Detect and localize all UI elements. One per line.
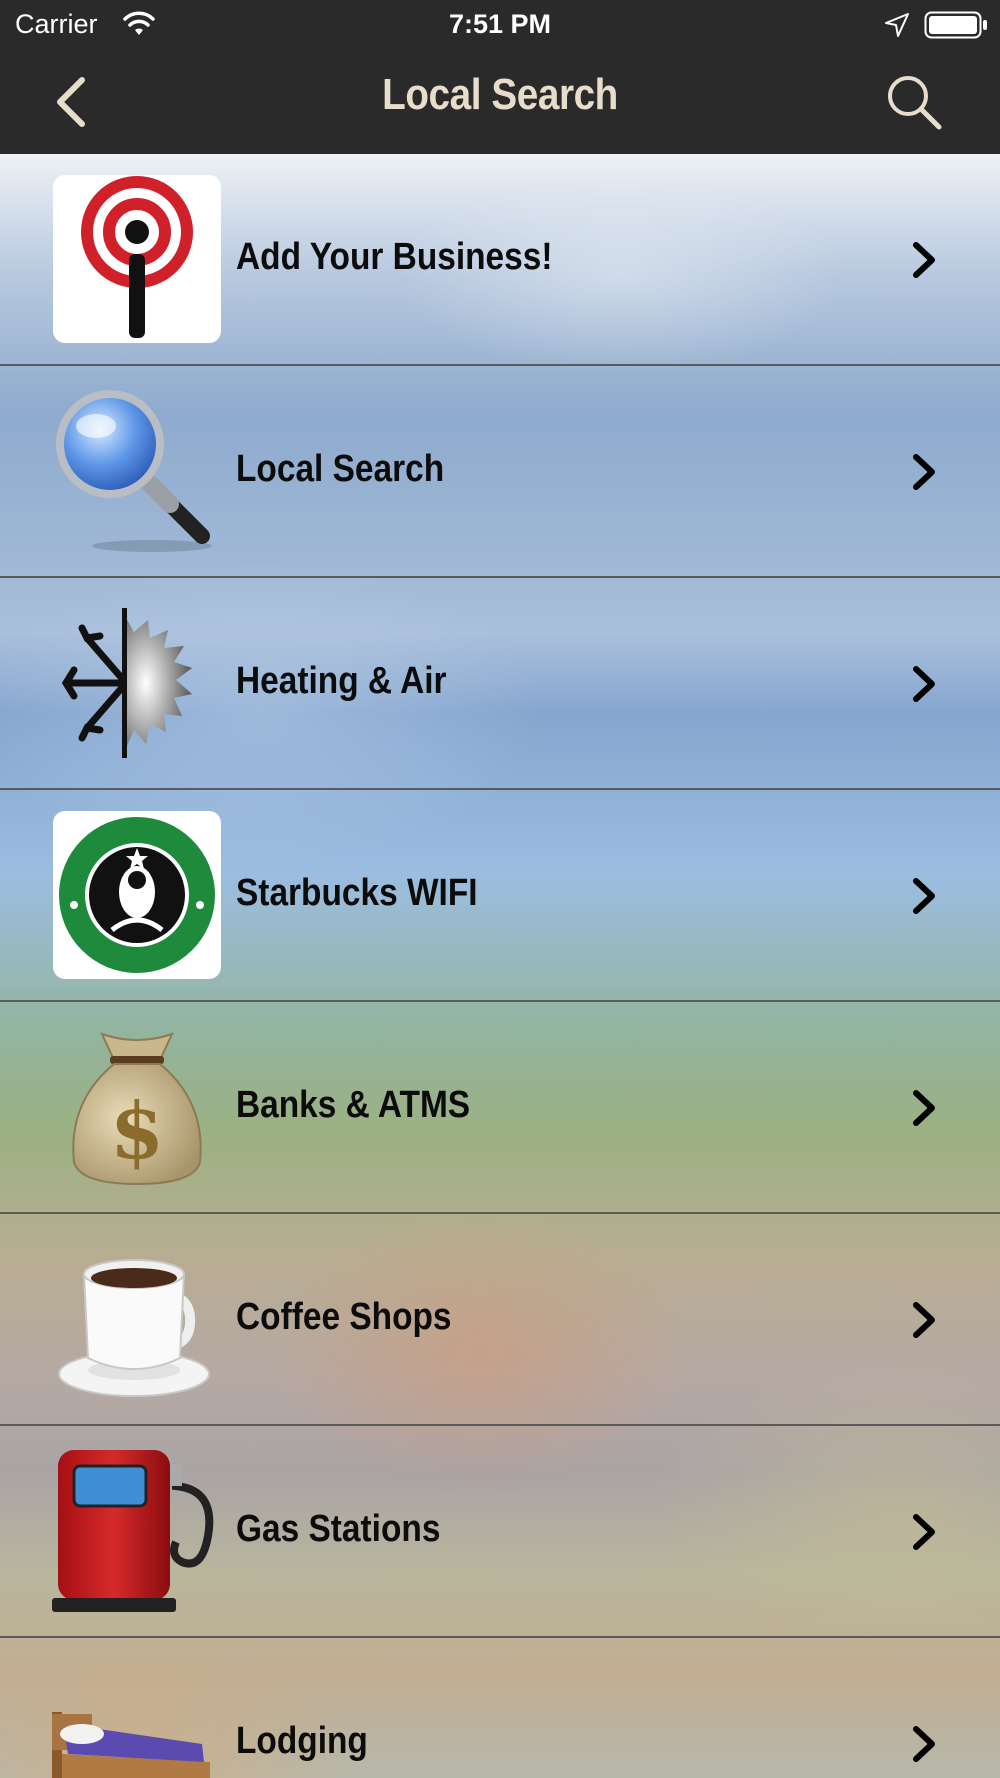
chevron-right-icon: [913, 1726, 935, 1762]
broadcast-info-icon: [53, 175, 221, 343]
chevron-right-icon: [913, 1302, 935, 1338]
snowflake-sun-icon: [61, 608, 192, 758]
page-title: Local Search: [382, 70, 618, 119]
starbucks-logo-icon: [53, 811, 221, 979]
chevron-right-icon: [913, 454, 935, 490]
list-item-lodging[interactable]: Lodging: [0, 1638, 1000, 1778]
bed-icon: [52, 1712, 210, 1778]
list-item-label: Gas Stations: [236, 1508, 441, 1550]
list-item-label: Coffee Shops: [236, 1296, 452, 1338]
list-item-add-your-business[interactable]: Add Your Business!: [0, 154, 1000, 366]
chevron-right-icon: [913, 1514, 935, 1550]
list-item-label: Banks & ATMS: [236, 1084, 471, 1126]
list-item-banks-atms[interactable]: $ Banks & ATMS: [0, 1002, 1000, 1214]
list-item-label: Heating & Air: [236, 660, 447, 702]
chevron-right-icon: [913, 242, 935, 278]
list-item-gas-stations[interactable]: Gas Stations: [0, 1426, 1000, 1638]
chevron-right-icon: [913, 666, 935, 702]
chevron-right-icon: [913, 1090, 935, 1126]
category-list: Add Your Business! Local Search Heating …: [0, 154, 1000, 1778]
list-item-coffee-shops[interactable]: Coffee Shops: [0, 1214, 1000, 1426]
status-time: 7:51 PM: [448, 9, 552, 39]
list-item-label: Add Your Business!: [236, 236, 553, 278]
list-item-label: Lodging: [236, 1720, 368, 1762]
status-bar: Carrier 7:51 PM: [0, 0, 1000, 50]
list-item-label: Local Search: [236, 448, 445, 490]
list-item-starbucks-wifi[interactable]: Starbucks WIFI: [0, 790, 1000, 1002]
money-bag-icon: $: [72, 1032, 202, 1186]
gas-pump-icon: [52, 1450, 214, 1612]
list-item-local-search[interactable]: Local Search: [0, 366, 1000, 578]
location-arrow-icon: [885, 13, 909, 37]
battery-icon: [924, 11, 987, 39]
top-bar: Carrier 7:51 PM Local Search: [0, 0, 1000, 154]
chevron-right-icon: [913, 878, 935, 914]
search-icon[interactable]: [884, 72, 944, 132]
list-item-heating-air[interactable]: Heating & Air: [0, 578, 1000, 790]
list-item-label: Starbucks WIFI: [236, 872, 478, 914]
magnifying-glass-icon: [56, 390, 212, 552]
svg-text:$: $: [110, 1086, 164, 1177]
coffee-cup-icon: [58, 1259, 210, 1397]
